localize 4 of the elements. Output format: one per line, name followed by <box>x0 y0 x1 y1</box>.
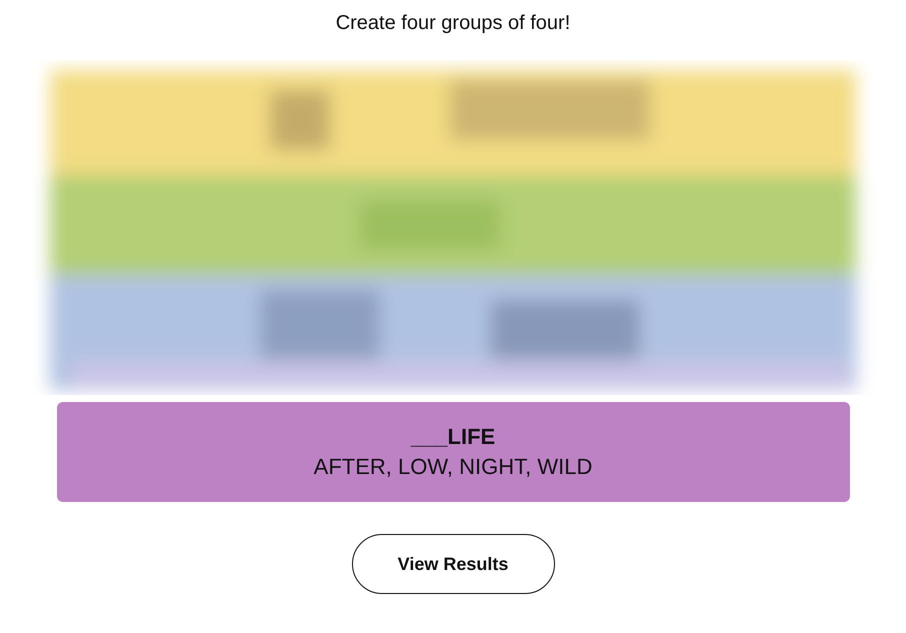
view-results-button[interactable]: View Results <box>352 534 554 594</box>
instruction-text: Create four groups of four! <box>336 11 570 36</box>
group-title: ___LIFE <box>410 424 496 450</box>
group-members: AFTER, LOW, NIGHT, WILD <box>314 454 592 480</box>
